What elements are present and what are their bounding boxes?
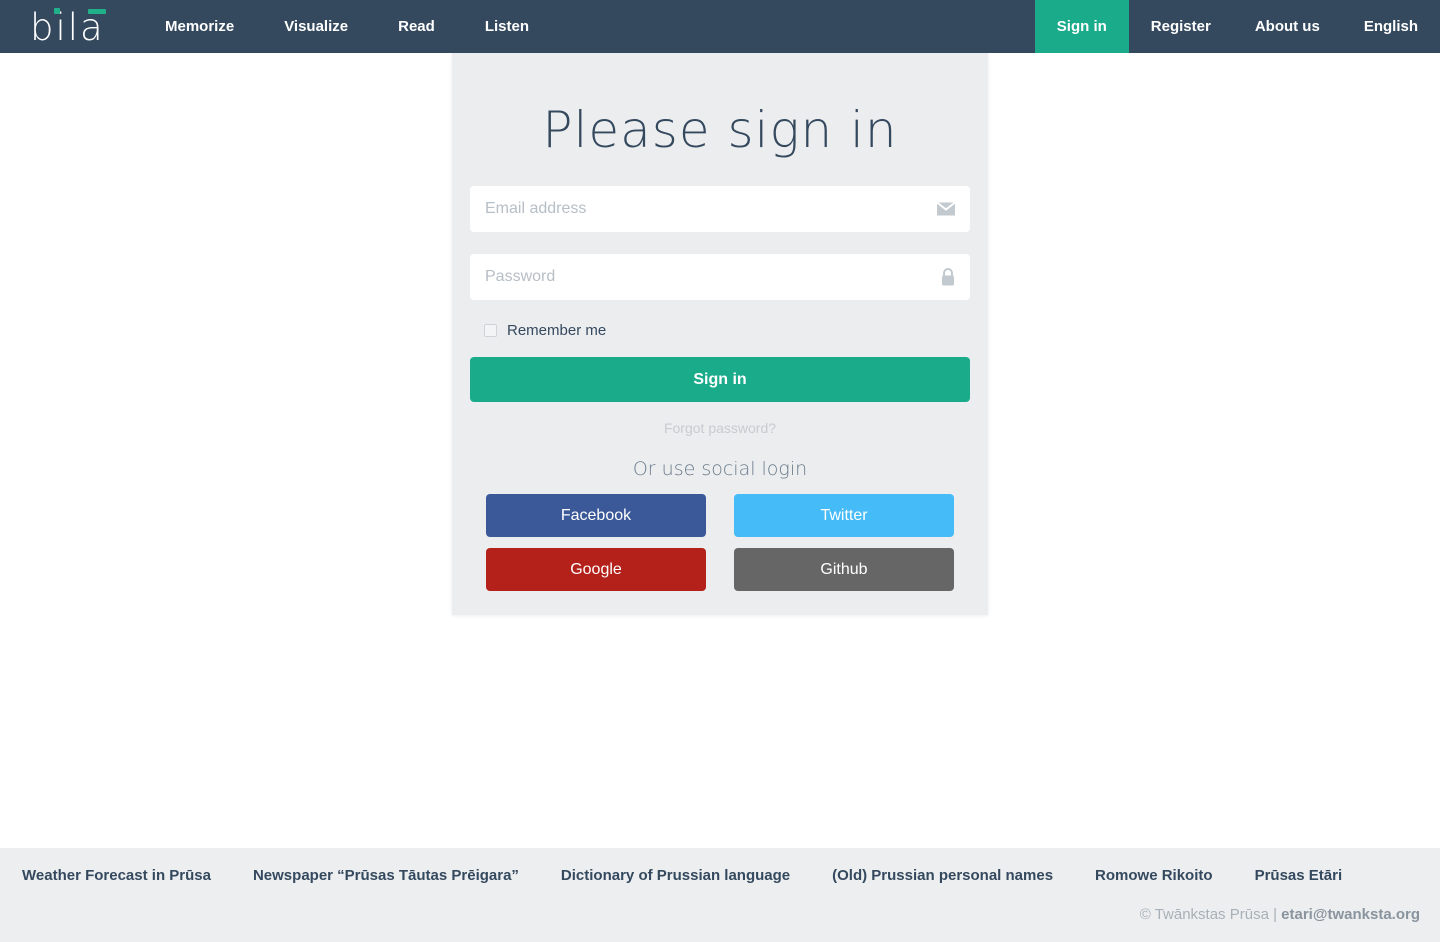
footer-link-prusas-etari[interactable]: Prūsas Etāri bbox=[1255, 867, 1343, 884]
email-input[interactable] bbox=[470, 186, 970, 232]
copyright-text: © Twānkstas Prūsa | bbox=[1139, 906, 1282, 923]
nav-item-visualize[interactable]: Visualize bbox=[259, 18, 373, 35]
sign-in-card: Please sign in Remember me Sign in Forgo… bbox=[452, 53, 988, 615]
sign-in-button[interactable]: Sign in bbox=[470, 357, 970, 402]
remember-me-row[interactable]: Remember me bbox=[484, 322, 970, 339]
contact-email-link[interactable]: etari@twanksta.org bbox=[1281, 906, 1420, 923]
social-login-buttons: Facebook Twitter Google Github bbox=[470, 494, 970, 591]
remember-me-label: Remember me bbox=[507, 322, 607, 339]
nav-item-language[interactable]: English bbox=[1342, 0, 1440, 53]
github-login-button[interactable]: Github bbox=[734, 548, 954, 591]
brand-logo[interactable]: bila bbox=[0, 0, 140, 53]
top-navbar: bila Memorize Visualize Read Listen Sign… bbox=[0, 0, 1440, 53]
email-field-wrapper bbox=[470, 186, 970, 232]
copyright-line: © Twānkstas Prūsa | etari@twanksta.org bbox=[0, 906, 1440, 923]
nav-item-about-us[interactable]: About us bbox=[1233, 0, 1342, 53]
nav-secondary-links: Sign in Register About us English bbox=[1034, 0, 1440, 53]
footer-link-romowe-rikoito[interactable]: Romowe Rikoito bbox=[1095, 867, 1213, 884]
forgot-password-link[interactable]: Forgot password? bbox=[470, 420, 970, 436]
password-field-wrapper bbox=[470, 254, 970, 300]
nav-item-sign-in[interactable]: Sign in bbox=[1034, 0, 1129, 53]
password-input[interactable] bbox=[470, 254, 970, 300]
nav-primary-links: Memorize Visualize Read Listen bbox=[140, 0, 554, 53]
nav-item-register[interactable]: Register bbox=[1129, 0, 1233, 53]
page-footer: Weather Forecast in Prūsa Newspaper “Prū… bbox=[0, 848, 1440, 942]
facebook-login-button[interactable]: Facebook bbox=[486, 494, 706, 537]
footer-link-weather[interactable]: Weather Forecast in Prūsa bbox=[22, 867, 211, 884]
google-login-button[interactable]: Google bbox=[486, 548, 706, 591]
logo-text: bila bbox=[30, 7, 106, 46]
nav-item-read[interactable]: Read bbox=[373, 18, 460, 35]
remember-me-checkbox[interactable] bbox=[484, 324, 497, 337]
footer-link-newspaper[interactable]: Newspaper “Prūsas Tāutas Prēigara” bbox=[253, 867, 519, 884]
footer-link-list: Weather Forecast in Prūsa Newspaper “Prū… bbox=[0, 848, 1440, 884]
footer-link-dictionary[interactable]: Dictionary of Prussian language bbox=[561, 867, 790, 884]
social-login-heading: Or use social login bbox=[632, 458, 808, 480]
nav-item-memorize[interactable]: Memorize bbox=[140, 18, 259, 35]
nav-item-listen[interactable]: Listen bbox=[460, 18, 554, 35]
footer-link-personal-names[interactable]: (Old) Prussian personal names bbox=[832, 867, 1053, 884]
logo-macron-accent bbox=[88, 9, 106, 14]
page-title: Please sign in bbox=[542, 101, 898, 159]
twitter-login-button[interactable]: Twitter bbox=[734, 494, 954, 537]
logo-dot-accent bbox=[54, 8, 60, 14]
